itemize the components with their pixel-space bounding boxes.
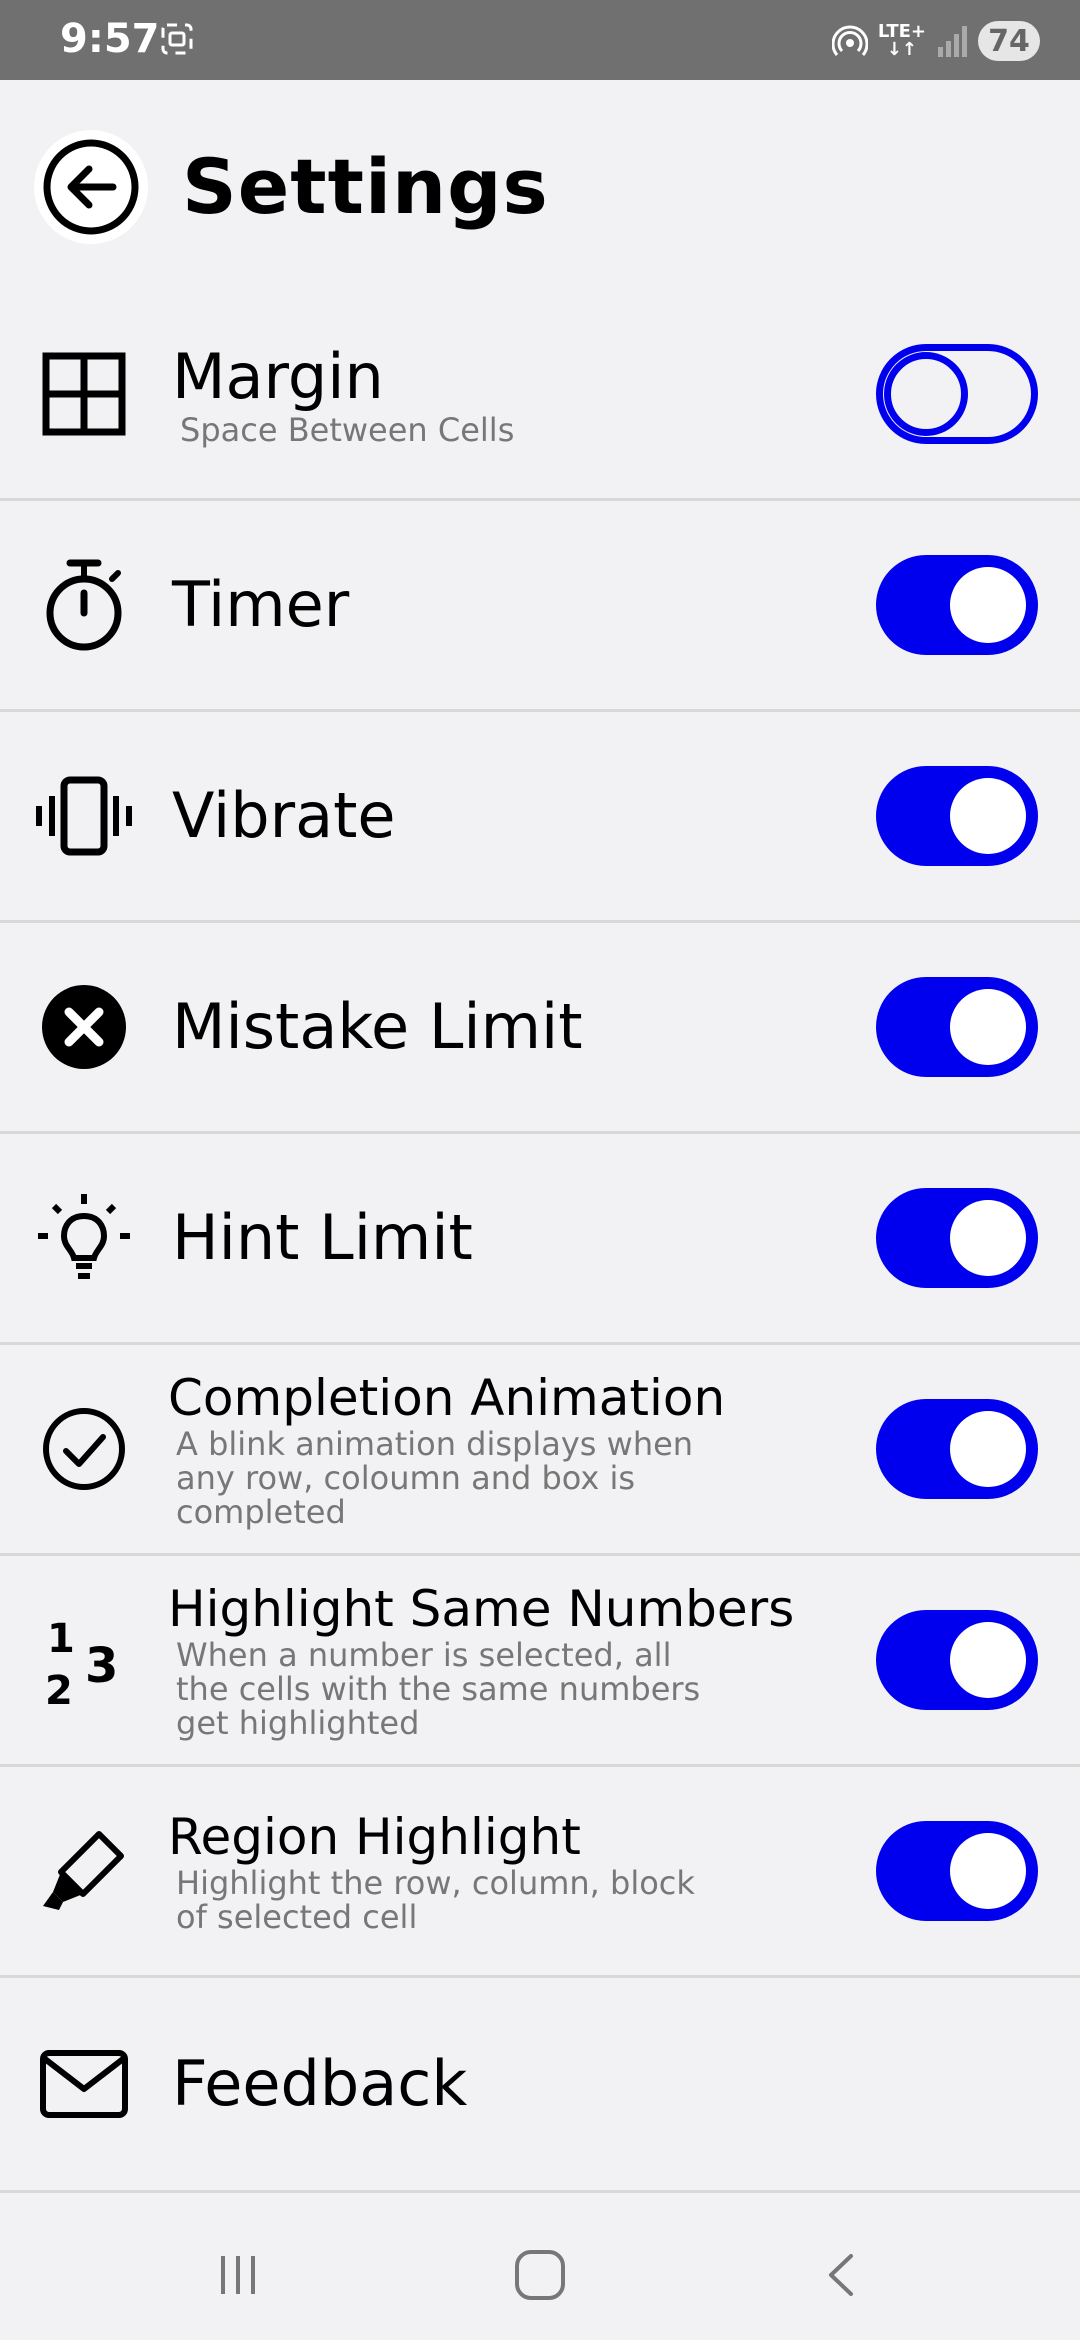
back-button[interactable]: [34, 130, 148, 244]
setting-subtitle: When a number is selected, all the cells…: [176, 1636, 701, 1742]
signal-icon: [938, 26, 967, 57]
back-arrow-icon: [43, 139, 139, 235]
setting-row-vibrate[interactable]: Vibrate: [0, 712, 1080, 923]
setting-label: Timer: [172, 568, 350, 641]
page-title: Settings: [182, 142, 549, 231]
feedback-row[interactable]: Feedback: [0, 1978, 1080, 2193]
svg-text:1: 1: [47, 1616, 75, 1662]
feedback-label: Feedback: [172, 2047, 468, 2120]
margin-toggle[interactable]: [876, 344, 1038, 444]
nav-back-button[interactable]: [812, 2245, 872, 2305]
setting-row-highlight-same-numbers[interactable]: 1 2 3 Highlight Same Numbers When a numb…: [0, 1556, 1080, 1767]
setting-row-region-highlight[interactable]: Region Highlight Highlight the row, colu…: [0, 1767, 1080, 1978]
region-highlight-toggle[interactable]: [876, 1821, 1038, 1921]
setting-row-hint-limit[interactable]: Hint Limit: [0, 1134, 1080, 1345]
setting-subtitle: Highlight the row, column, block of sele…: [176, 1864, 695, 1936]
header: Settings: [0, 80, 1080, 290]
highlight-same-numbers-toggle[interactable]: [876, 1610, 1038, 1710]
recents-button[interactable]: [208, 2245, 268, 2305]
navigation-bar: [0, 2205, 1080, 2340]
mail-icon: [34, 2034, 134, 2134]
setting-label: Margin: [172, 340, 384, 413]
setting-row-timer[interactable]: Timer: [0, 501, 1080, 712]
stopwatch-icon: [34, 555, 134, 655]
mistake-limit-toggle[interactable]: [876, 977, 1038, 1077]
hint-limit-toggle[interactable]: [876, 1188, 1038, 1288]
x-circle-icon: [34, 977, 134, 1077]
numbers-icon: 1 2 3: [34, 1610, 134, 1710]
setting-label: Region Highlight: [168, 1808, 581, 1866]
lightbulb-icon: [34, 1188, 134, 1288]
setting-subtitle: A blink animation displays when any row,…: [176, 1425, 694, 1531]
status-icons: LTE+ ↓↑ 74: [831, 18, 1040, 64]
status-bar: 9:57 LTE+ ↓↑ 74: [0, 0, 1080, 80]
setting-label: Highlight Same Numbers: [168, 1580, 795, 1638]
svg-text:3: 3: [85, 1638, 118, 1694]
vibrate-toggle[interactable]: [876, 766, 1038, 866]
network-type: LTE+ ↓↑: [877, 21, 926, 60]
setting-row-mistake-limit[interactable]: Mistake Limit: [0, 923, 1080, 1134]
setting-subtitle: Space Between Cells: [180, 411, 515, 449]
hotspot-icon: [831, 25, 868, 56]
setting-row-margin[interactable]: Margin Space Between Cells: [0, 290, 1080, 501]
completion-animation-toggle[interactable]: [876, 1399, 1038, 1499]
screenshot-icon: [161, 23, 193, 55]
battery-indicator: 74: [978, 21, 1040, 61]
setting-label: Mistake Limit: [172, 990, 583, 1063]
timer-toggle[interactable]: [876, 555, 1038, 655]
grid-icon: [34, 344, 134, 444]
home-button[interactable]: [510, 2245, 570, 2305]
svg-text:2: 2: [45, 1668, 73, 1710]
highlighter-icon: [34, 1821, 134, 1921]
check-circle-icon: [34, 1399, 134, 1499]
home-icon: [515, 2250, 565, 2300]
vibrate-icon: [34, 766, 134, 866]
setting-label: Hint Limit: [172, 1201, 473, 1274]
setting-label: Completion Animation: [168, 1369, 726, 1427]
setting-row-completion-animation[interactable]: Completion Animation A blink animation d…: [0, 1345, 1080, 1556]
status-time: 9:57: [60, 16, 160, 62]
back-icon: [829, 2254, 853, 2296]
recents-icon: [221, 2256, 255, 2294]
setting-label: Vibrate: [172, 779, 396, 852]
